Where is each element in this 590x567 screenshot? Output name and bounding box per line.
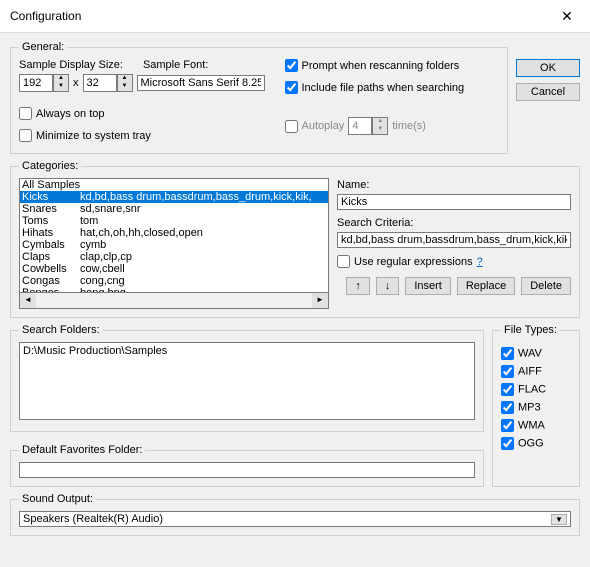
- list-item[interactable]: Hihatshat,ch,oh,hh,closed,open: [20, 227, 328, 239]
- name-input[interactable]: [337, 194, 571, 210]
- down-icon[interactable]: ▼: [54, 83, 68, 91]
- categories-group: Categories: All SamplesKickskd,bd,bass d…: [10, 160, 580, 318]
- search-folders-group: Search Folders: D:\Music Production\Samp…: [10, 324, 484, 432]
- criteria-input[interactable]: [337, 232, 571, 248]
- list-item[interactable]: Cymbalscymb: [20, 239, 328, 251]
- general-group: General: Sample Display Size: Sample Fon…: [10, 41, 508, 154]
- filetype-checkbox[interactable]: WMA: [501, 419, 571, 432]
- window-title: Configuration: [10, 9, 81, 23]
- up-icon[interactable]: ▲: [118, 75, 132, 83]
- regex-checkbox[interactable]: Use regular expressions ?: [337, 255, 571, 268]
- search-folders-legend: Search Folders:: [19, 324, 103, 336]
- width-input[interactable]: [19, 74, 53, 92]
- prompt-checkbox[interactable]: Prompt when rescanning folders: [285, 59, 460, 72]
- up-icon[interactable]: ▲: [373, 118, 387, 126]
- list-item[interactable]: Snaressd,snare,snr: [20, 203, 328, 215]
- list-item[interactable]: Kickskd,bd,bass drum,bassdrum,bass_drum,…: [20, 191, 328, 203]
- name-label: Name:: [337, 179, 571, 191]
- sample-font-label: Sample Font:: [143, 59, 208, 71]
- scroll-left-icon[interactable]: ◄: [20, 293, 36, 308]
- filetype-checkbox[interactable]: FLAC: [501, 383, 571, 396]
- favorites-folder-group: Default Favorites Folder:: [10, 444, 484, 487]
- cancel-button[interactable]: Cancel: [516, 83, 580, 101]
- category-list[interactable]: All SamplesKickskd,bd,bass drum,bassdrum…: [19, 178, 329, 293]
- general-legend: General:: [19, 41, 67, 53]
- filetype-checkbox[interactable]: OGG: [501, 437, 571, 450]
- autoplay-times-label: time(s): [392, 120, 426, 132]
- autoplay-stepper[interactable]: ▲▼: [348, 117, 388, 135]
- always-on-top-checkbox[interactable]: Always on top: [19, 107, 104, 120]
- height-stepper[interactable]: ▲▼: [83, 74, 133, 92]
- filetype-checkbox[interactable]: AIFF: [501, 365, 571, 378]
- width-stepper[interactable]: ▲▼: [19, 74, 69, 92]
- include-paths-checkbox[interactable]: Include file paths when searching: [285, 81, 465, 94]
- autoplay-input[interactable]: [348, 117, 372, 135]
- scroll-right-icon[interactable]: ►: [312, 293, 328, 308]
- up-icon[interactable]: ▲: [54, 75, 68, 83]
- criteria-label: Search Criteria:: [337, 217, 571, 229]
- list-item[interactable]: All Samples: [20, 179, 328, 191]
- down-icon[interactable]: ▼: [118, 83, 132, 91]
- delete-button[interactable]: Delete: [521, 277, 571, 295]
- minimize-tray-checkbox[interactable]: Minimize to system tray: [19, 129, 151, 142]
- sound-legend: Sound Output:: [19, 493, 96, 505]
- height-input[interactable]: [83, 74, 117, 92]
- down-icon[interactable]: ▼: [373, 126, 387, 134]
- filetypes-legend: File Types:: [501, 324, 560, 336]
- filetype-checkbox[interactable]: MP3: [501, 401, 571, 414]
- search-folders-input[interactable]: D:\Music Production\Samples: [19, 342, 475, 420]
- move-up-button[interactable]: ↑: [346, 277, 370, 295]
- sample-size-label: Sample Display Size:: [19, 59, 123, 71]
- sound-output-group: Sound Output: Speakers (Realtek(R) Audio…: [10, 493, 580, 536]
- categories-legend: Categories:: [19, 160, 81, 172]
- sound-output-select[interactable]: Speakers (Realtek(R) Audio) ▼: [19, 511, 571, 527]
- insert-button[interactable]: Insert: [405, 277, 451, 295]
- horizontal-scrollbar[interactable]: ◄ ►: [19, 293, 329, 309]
- list-item[interactable]: Cowbellscow,cbell: [20, 263, 328, 275]
- close-button[interactable]: ✕: [552, 6, 582, 26]
- favorites-legend: Default Favorites Folder:: [19, 444, 145, 456]
- favorites-input[interactable]: [19, 462, 475, 478]
- dimension-x: x: [73, 77, 79, 89]
- filetype-checkbox[interactable]: WAV: [501, 347, 571, 360]
- autoplay-checkbox[interactable]: Autoplay: [285, 120, 345, 133]
- titlebar: Configuration ✕: [0, 0, 590, 33]
- list-item[interactable]: Congascong,cng: [20, 275, 328, 287]
- replace-button[interactable]: Replace: [457, 277, 515, 295]
- ok-button[interactable]: OK: [516, 59, 580, 77]
- help-link[interactable]: ?: [477, 256, 483, 268]
- filetypes-group: File Types: WAV AIFF FLAC MP3 WMA OGG: [492, 324, 580, 487]
- list-item[interactable]: Clapsclap,clp,cp: [20, 251, 328, 263]
- move-down-button[interactable]: ↓: [376, 277, 400, 295]
- chevron-down-icon[interactable]: ▼: [551, 514, 567, 525]
- list-item[interactable]: Tomstom: [20, 215, 328, 227]
- sound-output-value: Speakers (Realtek(R) Audio): [23, 513, 163, 525]
- font-input[interactable]: [137, 75, 265, 91]
